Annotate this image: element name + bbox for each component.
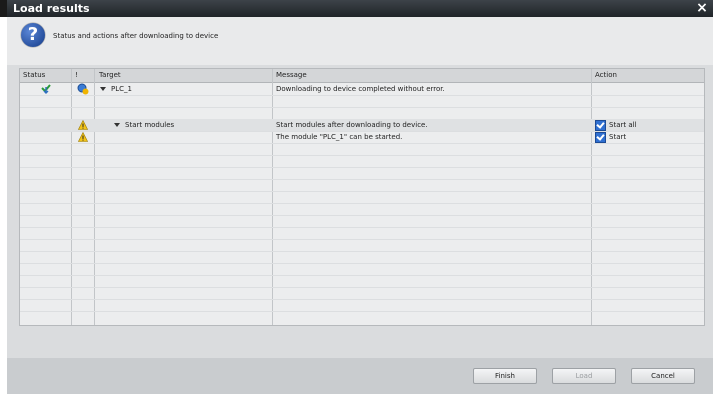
expand-triangle-icon[interactable] bbox=[114, 123, 120, 127]
table-header: Status ! Target Message Action bbox=[20, 69, 704, 83]
target-cell: PLC_1 bbox=[100, 85, 132, 93]
dialog-title: Load results bbox=[13, 2, 90, 15]
column-header-action[interactable]: Action bbox=[595, 71, 617, 79]
message-cell: Start modules after downloading to devic… bbox=[276, 121, 428, 129]
action-label: Start all bbox=[609, 121, 637, 129]
close-icon[interactable]: × bbox=[695, 0, 709, 16]
background-strip bbox=[0, 0, 7, 394]
column-header-target[interactable]: Target bbox=[99, 71, 121, 79]
row-divider bbox=[20, 287, 704, 288]
row-divider bbox=[20, 191, 704, 192]
column-header-error[interactable]: ! bbox=[75, 71, 78, 79]
finish-button[interactable]: Finish bbox=[473, 368, 537, 384]
load-button[interactable]: Load bbox=[552, 368, 616, 384]
expand-triangle-icon[interactable] bbox=[100, 87, 106, 91]
row-divider bbox=[20, 203, 704, 204]
table-row[interactable]: PLC_1 Downloading to device completed wi… bbox=[20, 83, 704, 95]
cancel-button[interactable]: Cancel bbox=[631, 368, 695, 384]
load-results-dialog: Load results × ? Status and actions afte… bbox=[7, 0, 713, 394]
row-divider bbox=[20, 227, 704, 228]
target-label: Start modules bbox=[125, 121, 175, 129]
warning-icon bbox=[78, 132, 88, 142]
warning-icon bbox=[78, 120, 88, 130]
start-checkbox[interactable] bbox=[595, 132, 606, 143]
help-icon: ? bbox=[21, 23, 45, 47]
header-description: Status and actions after downloading to … bbox=[53, 32, 219, 40]
start-all-checkbox[interactable] bbox=[595, 120, 606, 131]
table-row[interactable]: The module "PLC_1" can be started. Start bbox=[20, 131, 704, 143]
title-bar: Load results × bbox=[7, 0, 713, 17]
message-cell: The module "PLC_1" can be started. bbox=[276, 133, 403, 141]
row-divider bbox=[20, 275, 704, 276]
row-divider bbox=[20, 299, 704, 300]
target-cell: Start modules bbox=[114, 121, 174, 129]
dialog-header: ? Status and actions after downloading t… bbox=[7, 17, 713, 65]
row-divider bbox=[20, 107, 704, 108]
row-divider bbox=[20, 215, 704, 216]
row-divider bbox=[20, 263, 704, 264]
row-divider bbox=[20, 251, 704, 252]
action-label: Start bbox=[609, 133, 627, 141]
table-row[interactable]: Start modules Start modules after downlo… bbox=[20, 119, 704, 131]
column-header-status[interactable]: Status bbox=[23, 71, 45, 79]
row-divider bbox=[20, 167, 704, 168]
download-ok-icon bbox=[41, 84, 51, 94]
results-table: Status ! Target Message Action PLC_1 Dow… bbox=[19, 68, 705, 326]
device-check-icon bbox=[77, 83, 89, 95]
row-divider bbox=[20, 311, 704, 312]
column-header-message[interactable]: Message bbox=[276, 71, 307, 79]
message-cell: Downloading to device completed without … bbox=[276, 85, 445, 93]
row-divider bbox=[20, 239, 704, 240]
target-label: PLC_1 bbox=[111, 85, 132, 93]
row-divider bbox=[20, 155, 704, 156]
background-strip-top bbox=[0, 0, 7, 17]
row-divider bbox=[20, 95, 704, 96]
row-divider bbox=[20, 143, 704, 144]
row-divider bbox=[20, 179, 704, 180]
